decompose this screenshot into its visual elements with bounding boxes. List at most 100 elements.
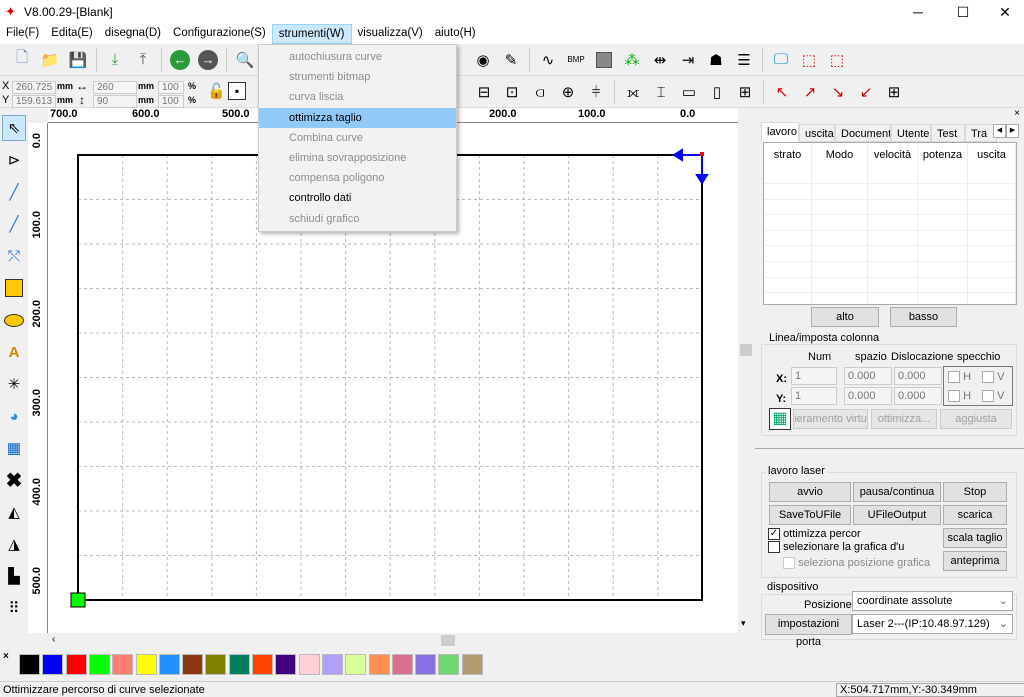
optimize-path-checkbox[interactable]: ✓ (768, 528, 780, 541)
start-button[interactable]: avvio (769, 482, 851, 502)
dot-tool-icon[interactable]: ✳ (2, 371, 26, 397)
menu-tools[interactable]: strumenti(W) (271, 24, 352, 44)
optimize-array-button[interactable]: ottimizza... (871, 409, 937, 429)
maximize-button[interactable]: ☐ (940, 0, 986, 24)
color-swatch[interactable] (112, 654, 134, 675)
color-swatch[interactable] (391, 654, 413, 675)
menu-help[interactable]: aiuto(H) (429, 24, 482, 44)
tab-3[interactable]: Utente (891, 124, 931, 142)
horizontal-scrollbar[interactable]: ‹ (48, 633, 754, 648)
list-icon[interactable]: ☰ (732, 48, 756, 72)
menu-view[interactable]: visualizza(V) (352, 24, 429, 44)
align-hcenter-icon[interactable]: ⊡ (500, 80, 524, 104)
laser-select[interactable]: Laser 2---(IP:10.48.97.129) ⌄ (852, 614, 1013, 634)
adjust-button[interactable]: aggiusta (940, 409, 1012, 429)
column-header[interactable]: uscita (968, 143, 1016, 304)
color-swatch[interactable] (42, 654, 64, 675)
same-size-icon[interactable]: ⊞ (733, 80, 757, 104)
menu-item[interactable]: compensa poligono (259, 168, 456, 188)
mirror-h-icon[interactable]: ◭ (2, 499, 26, 525)
line-tool-icon[interactable]: ╱ (2, 179, 26, 205)
distance-icon[interactable]: ⇹ (648, 48, 672, 72)
text-tool-icon[interactable]: A (2, 339, 26, 365)
align-vcenter-icon[interactable]: ⫩ (584, 80, 608, 104)
y-num-field[interactable]: 1 (791, 387, 837, 405)
bitmap-icon[interactable]: BMP (564, 48, 588, 72)
monitor-icon[interactable]: 🖵 (769, 48, 793, 72)
move-top-right-icon[interactable]: ↗ (798, 80, 822, 104)
height-lock-icon[interactable]: ↕ (79, 93, 85, 107)
palette-close-icon[interactable]: × (3, 651, 9, 662)
color-swatch[interactable] (228, 654, 250, 675)
curve-icon[interactable]: ∿ (536, 48, 560, 72)
export-icon[interactable]: ⤒ (131, 48, 155, 72)
array-tool-icon[interactable]: ▦ (2, 435, 26, 461)
node-edit-tool-icon[interactable]: ⊳ (2, 147, 26, 173)
delete-tool-icon[interactable]: ✖ (2, 467, 26, 493)
x-num-field[interactable]: 1 (791, 367, 837, 385)
layer-table[interactable]: strato Modo velocità potenza uscita (763, 142, 1017, 309)
color-swatch[interactable] (252, 654, 273, 675)
y-dislocation-field[interactable]: 0.000 (894, 387, 942, 405)
align-left-center-icon[interactable]: ⫏ (528, 80, 552, 104)
tab-0[interactable]: lavoro (761, 122, 799, 142)
color-swatch[interactable] (461, 654, 483, 675)
lock-ratio-icon[interactable]: 🔓 (207, 82, 226, 100)
node-icon[interactable]: ⁂ (620, 48, 644, 72)
open-folder-icon[interactable]: 📁 (38, 48, 62, 72)
align-middle-icon[interactable]: ⊕ (556, 80, 580, 104)
menu-item[interactable]: strumenti bitmap (259, 67, 456, 87)
stop-button[interactable]: Stop (943, 482, 1007, 502)
save-to-ufile-button[interactable]: SaveToUFile (769, 505, 851, 525)
tab-1[interactable]: uscita (799, 124, 835, 142)
minimize-button[interactable]: ─ (895, 0, 941, 24)
tab-2[interactable]: Documenti (835, 124, 891, 142)
move-up-button[interactable]: alto (811, 307, 879, 327)
mirror-x-h-checkbox[interactable] (948, 371, 960, 384)
preview-button[interactable]: anteprima (943, 551, 1007, 571)
scale-x-field[interactable]: 100 (158, 81, 184, 94)
move-down-button[interactable]: basso (890, 307, 957, 327)
menu-item[interactable]: elimina sovrapposizione (259, 148, 456, 168)
bezier-tool-icon[interactable]: ⤲ (2, 243, 26, 269)
mirror-v-icon[interactable]: ◮ (2, 531, 26, 557)
tab-scroll-left-icon[interactable]: ◀ (993, 124, 1006, 138)
stack-icon[interactable]: ▙ (2, 563, 26, 589)
virtual-array-button[interactable]: ieramento virtu (793, 409, 868, 429)
menu-item[interactable]: schiudi grafico (259, 209, 456, 229)
menu-item[interactable]: Combina curve (259, 128, 456, 148)
color-swatch[interactable] (135, 654, 157, 675)
color-swatch[interactable] (158, 654, 180, 675)
weld-icon[interactable]: ◉ (471, 48, 495, 72)
color-swatch[interactable] (321, 654, 343, 675)
undo-icon[interactable]: ← (168, 48, 192, 72)
image-tool-icon[interactable]: ◕ (2, 403, 26, 429)
tab-scroll-right-icon[interactable]: ▶ (1006, 124, 1019, 138)
column-header[interactable]: strato (764, 143, 812, 304)
rectangle-tool-icon[interactable] (2, 275, 26, 301)
color-swatch[interactable] (415, 654, 437, 675)
new-file-icon[interactable]: 🗋 (10, 48, 34, 72)
panel-close-icon[interactable]: × (1014, 108, 1020, 119)
width-field[interactable]: 260 (93, 81, 137, 94)
color-swatch[interactable] (345, 654, 367, 675)
ellipse-tool-icon[interactable] (2, 307, 26, 333)
port-settings-button[interactable]: impostazioni porta (765, 614, 852, 648)
move-bottom-right-icon[interactable]: ↘ (826, 80, 850, 104)
brush-icon[interactable]: ✎ (499, 48, 523, 72)
deselect-icon[interactable]: ⬚ (825, 48, 849, 72)
mirror-y-h-checkbox[interactable] (948, 390, 960, 403)
color-swatch[interactable] (298, 654, 320, 675)
color-swatch[interactable] (368, 654, 390, 675)
offset-icon[interactable]: ⇥ (676, 48, 700, 72)
color-swatch[interactable] (19, 654, 40, 675)
select-all-icon[interactable]: ⬚ (797, 48, 821, 72)
menu-item[interactable]: autochiusura curve (259, 47, 456, 67)
save-icon[interactable]: 💾 (66, 48, 90, 72)
menu-draw[interactable]: disegna(D) (99, 24, 167, 44)
select-tool-icon[interactable]: ⇖ (2, 115, 26, 141)
x-space-field[interactable]: 0.000 (844, 367, 892, 385)
anchor-grid-icon[interactable]: ▪ (228, 82, 246, 100)
color-swatch[interactable] (438, 654, 460, 675)
align-bottom-icon[interactable]: ⊟ (472, 80, 496, 104)
